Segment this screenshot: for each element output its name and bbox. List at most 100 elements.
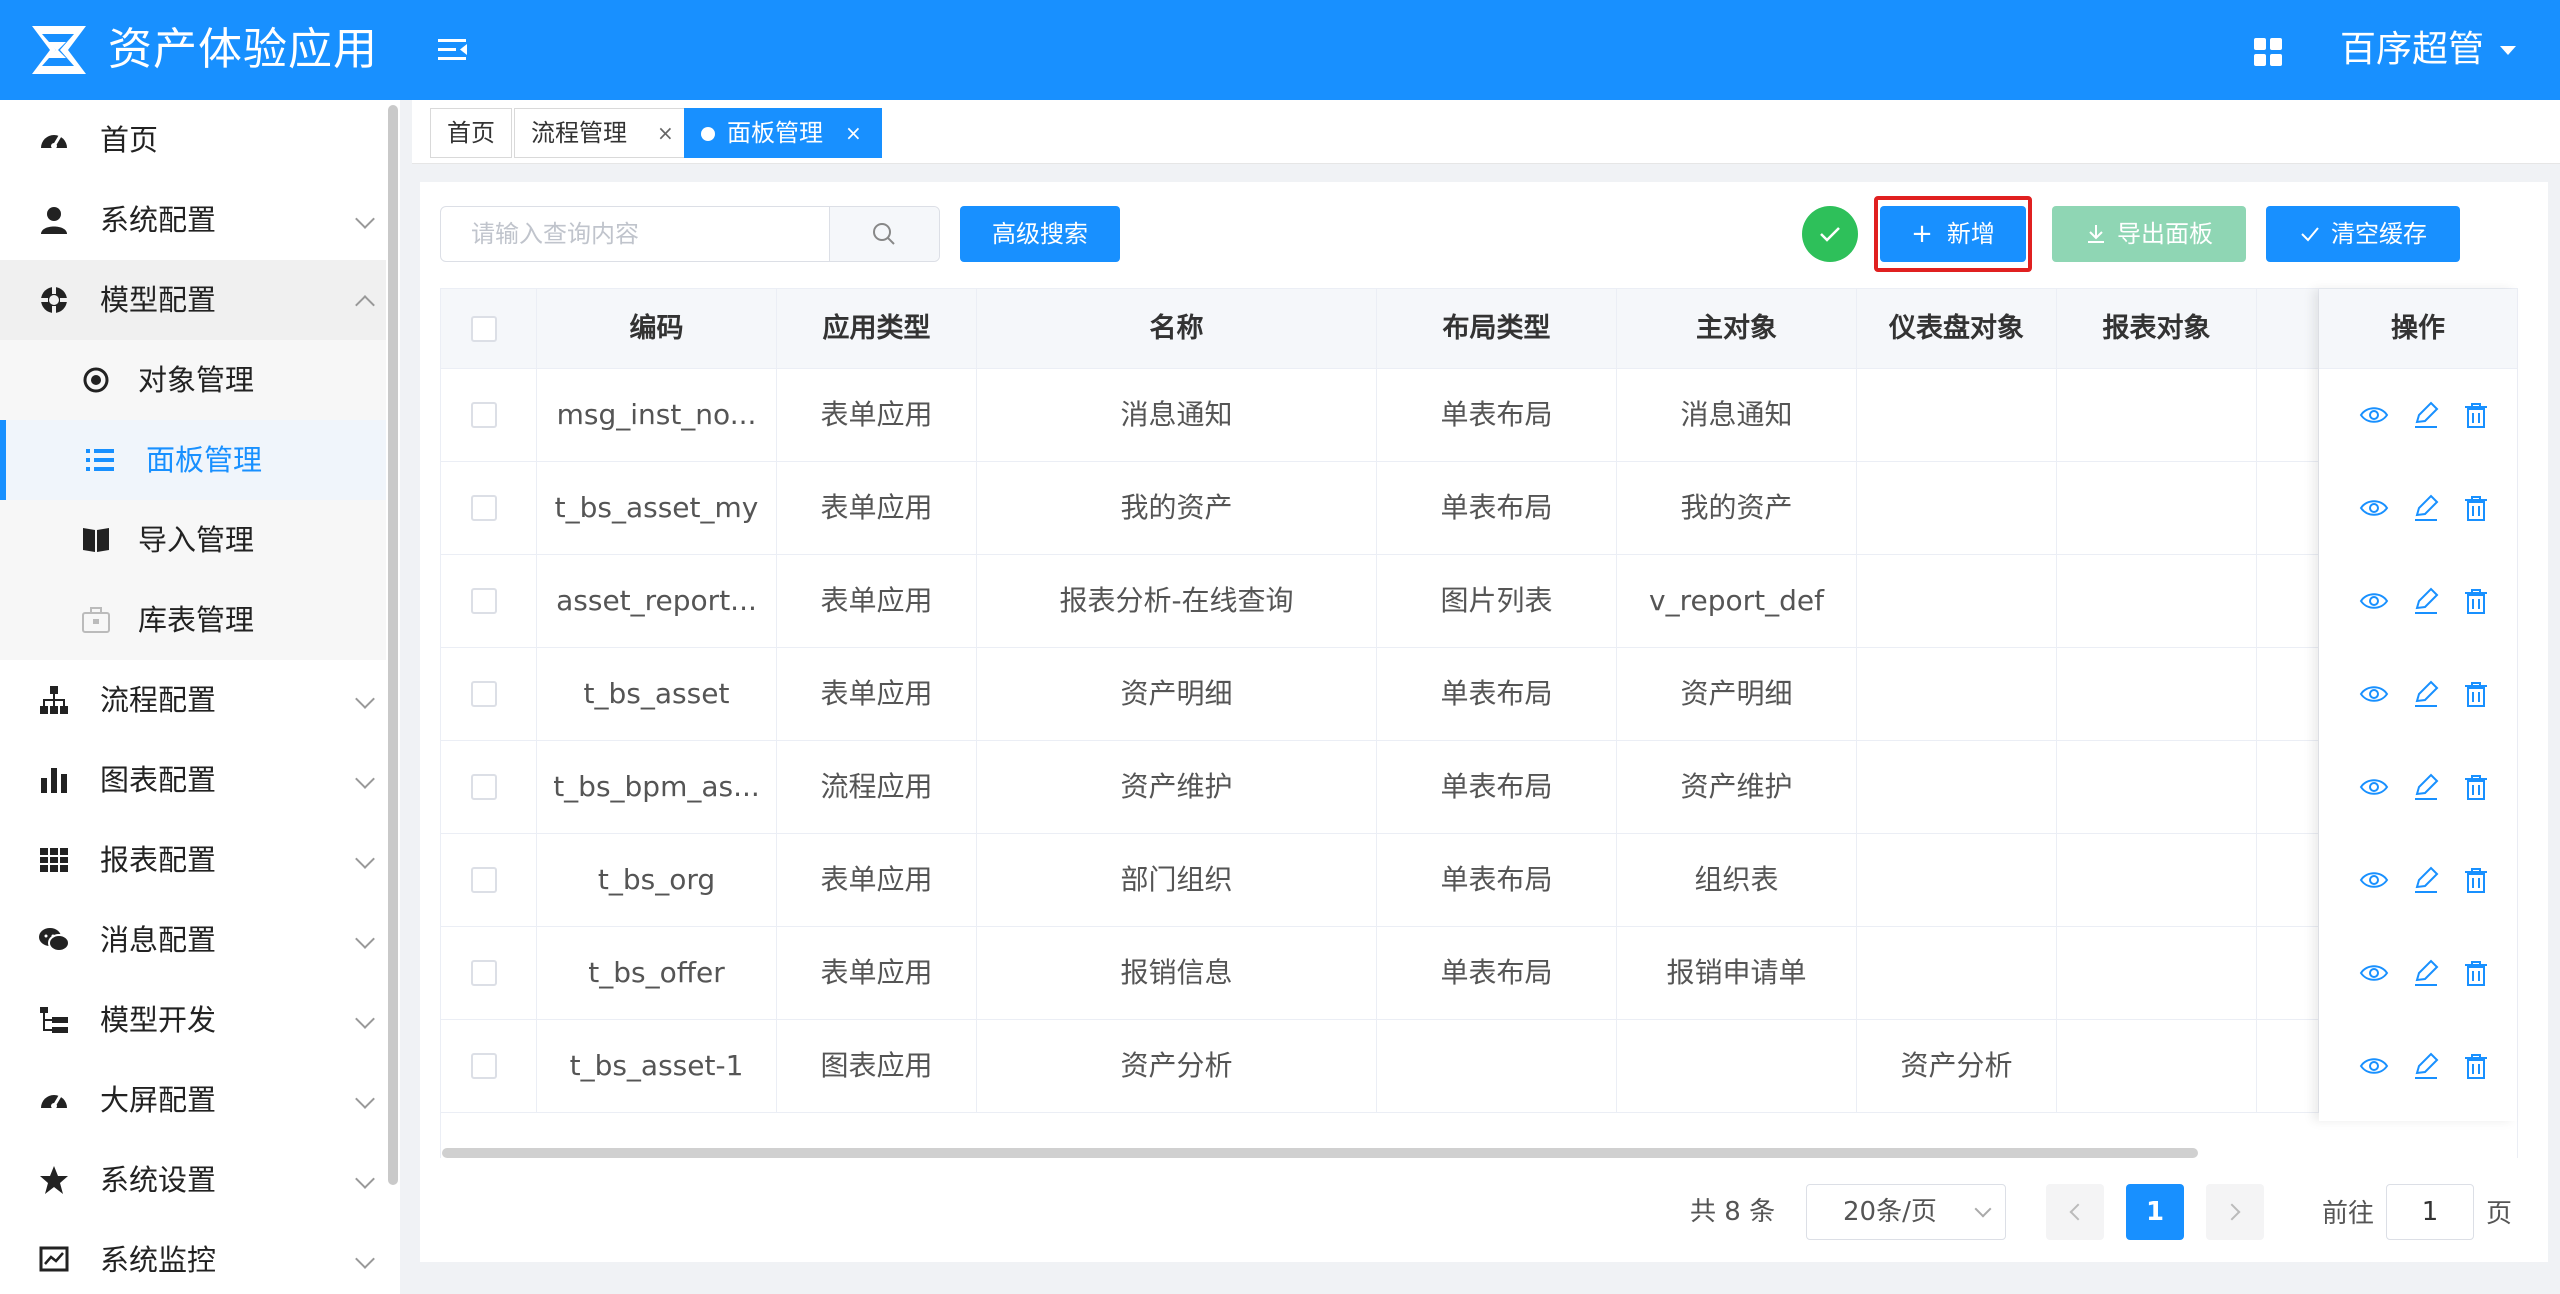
column-header[interactable]: 布局类型 [1377, 289, 1617, 369]
column-header[interactable]: 名称 [977, 289, 1377, 369]
table-row: asset_report... 表单应用 报表分析-在线查询 图片列表 v_report… [441, 555, 2517, 648]
table-cell: v_report_def [1617, 555, 1857, 647]
delete-icon[interactable] [2461, 958, 2491, 988]
sidebar-item-import-management[interactable]: 导入管理 [0, 500, 386, 580]
edit-icon[interactable] [2411, 493, 2441, 523]
table-cell: t_bs_asset [537, 648, 777, 740]
sidebar-item-report-config[interactable]: 报表配置 [0, 820, 386, 900]
advanced-search-button[interactable]: 高级搜索 [960, 206, 1120, 262]
sidebar-item-message-config[interactable]: 消息配置 [0, 900, 386, 980]
edit-icon[interactable] [2411, 586, 2441, 616]
next-page-button[interactable] [2206, 1184, 2264, 1240]
row-checkbox[interactable] [471, 681, 497, 707]
edit-icon[interactable] [2411, 679, 2441, 709]
confirm-check-button[interactable] [1802, 206, 1858, 262]
sidebar-item-object-management[interactable]: 对象管理 [0, 340, 386, 420]
clear-cache-button[interactable]: 清空缓存 [2266, 206, 2460, 262]
sidebar-item-model-dev[interactable]: 模型开发 [0, 980, 386, 1060]
user-menu[interactable]: 百序超管 [2340, 26, 2484, 74]
table-cell: 表单应用 [777, 648, 977, 740]
edit-icon[interactable] [2411, 772, 2441, 802]
table-cell: 单表布局 [1377, 741, 1617, 833]
export-panel-label: 导出面板 [2117, 220, 2213, 248]
view-icon[interactable] [2359, 958, 2389, 988]
sidebar-item-process-config[interactable]: 流程配置 [0, 660, 386, 740]
edit-icon[interactable] [2411, 400, 2441, 430]
sidebar-item-home[interactable]: 首页 [0, 100, 386, 180]
sidebar-item-panel-management[interactable]: 面板管理 [0, 420, 386, 500]
view-icon[interactable] [2359, 865, 2389, 895]
row-checkbox[interactable] [471, 588, 497, 614]
select-all-checkbox[interactable] [471, 316, 497, 342]
delete-icon[interactable] [2461, 586, 2491, 616]
chevron-down-icon [355, 1249, 375, 1269]
delete-icon[interactable] [2461, 865, 2491, 895]
delete-icon[interactable] [2461, 400, 2491, 430]
delete-icon[interactable] [2461, 493, 2491, 523]
sidebar-item-label: 报表配置 [100, 843, 217, 877]
view-icon[interactable] [2359, 586, 2389, 616]
tab-panel-management[interactable]: 面板管理 × [684, 108, 882, 158]
close-icon[interactable]: × [657, 121, 674, 145]
add-button-label: 新增 [1946, 220, 1995, 248]
delete-icon[interactable] [2461, 679, 2491, 709]
column-header[interactable]: 报表对象 [2057, 289, 2257, 369]
table-cell: 表单应用 [777, 555, 977, 647]
chevron-down-icon [355, 209, 375, 229]
sidebar-item-db-table-management[interactable]: 库表管理 [0, 580, 386, 660]
table-cell-spacer [2257, 648, 2319, 740]
sidebar-item-system-monitor[interactable]: 系统监控 [0, 1220, 386, 1294]
prev-page-button[interactable] [2046, 1184, 2104, 1240]
sidebar-item-chart-config[interactable]: 图表配置 [0, 740, 386, 820]
row-checkbox[interactable] [471, 774, 497, 800]
horizontal-scrollbar[interactable] [442, 1148, 2198, 1158]
table-row: t_bs_org 表单应用 部门组织 单表布局 组织表 [441, 834, 2517, 927]
sidebar-scrollbar[interactable] [388, 105, 398, 1185]
tab-process-management[interactable]: 流程管理 × [514, 108, 690, 158]
caret-down-icon[interactable] [2500, 46, 2516, 55]
edit-icon[interactable] [2411, 958, 2441, 988]
column-header[interactable]: 编码 [537, 289, 777, 369]
close-icon[interactable]: × [845, 121, 862, 145]
sidebar-item-label: 模型开发 [100, 1003, 217, 1037]
table-cell: 表单应用 [777, 462, 977, 554]
delete-icon[interactable] [2461, 1051, 2491, 1081]
sidebar-item-label: 首页 [100, 123, 159, 157]
search-button[interactable] [829, 207, 939, 261]
row-checkbox[interactable] [471, 867, 497, 893]
column-header[interactable]: 仪表盘对象 [1857, 289, 2057, 369]
edit-icon[interactable] [2411, 865, 2441, 895]
page-size-select[interactable]: 20条/页 [1806, 1184, 2006, 1240]
row-checkbox[interactable] [471, 960, 497, 986]
sidebar-item-big-screen-config[interactable]: 大屏配置 [0, 1060, 386, 1140]
add-button[interactable]: + 新增 [1880, 206, 2026, 262]
table-cell [2057, 648, 2257, 740]
goto-page-input[interactable] [2386, 1184, 2474, 1240]
delete-icon[interactable] [2461, 772, 2491, 802]
column-header[interactable]: 主对象 [1617, 289, 1857, 369]
sidebar-item-system-settings[interactable]: 系统设置 [0, 1140, 386, 1220]
current-page-button[interactable]: 1 [2126, 1184, 2184, 1240]
table-cell [1857, 369, 2057, 461]
view-icon[interactable] [2359, 1051, 2389, 1081]
table-cell-spacer [2257, 1020, 2319, 1112]
view-icon[interactable] [2359, 679, 2389, 709]
table-cell: 表单应用 [777, 834, 977, 926]
row-checkbox[interactable] [471, 402, 497, 428]
apps-grid-icon[interactable] [2254, 38, 2282, 66]
column-header[interactable]: 应用类型 [777, 289, 977, 369]
view-icon[interactable] [2359, 400, 2389, 430]
sidebar-item-model-config[interactable]: 模型配置 [0, 260, 386, 340]
search-input[interactable] [441, 207, 829, 261]
sidebar-item-label: 模型配置 [100, 283, 217, 317]
view-icon[interactable] [2359, 493, 2389, 523]
collapse-menu-icon[interactable] [436, 34, 470, 66]
export-panel-button[interactable]: 导出面板 [2052, 206, 2246, 262]
view-icon[interactable] [2359, 772, 2389, 802]
table-cell: t_bs_bpm_as... [537, 741, 777, 833]
sidebar-item-system-config[interactable]: 系统配置 [0, 180, 386, 260]
edit-icon[interactable] [2411, 1051, 2441, 1081]
row-checkbox[interactable] [471, 495, 497, 521]
row-checkbox[interactable] [471, 1053, 497, 1079]
tab-home[interactable]: 首页 [430, 108, 512, 158]
